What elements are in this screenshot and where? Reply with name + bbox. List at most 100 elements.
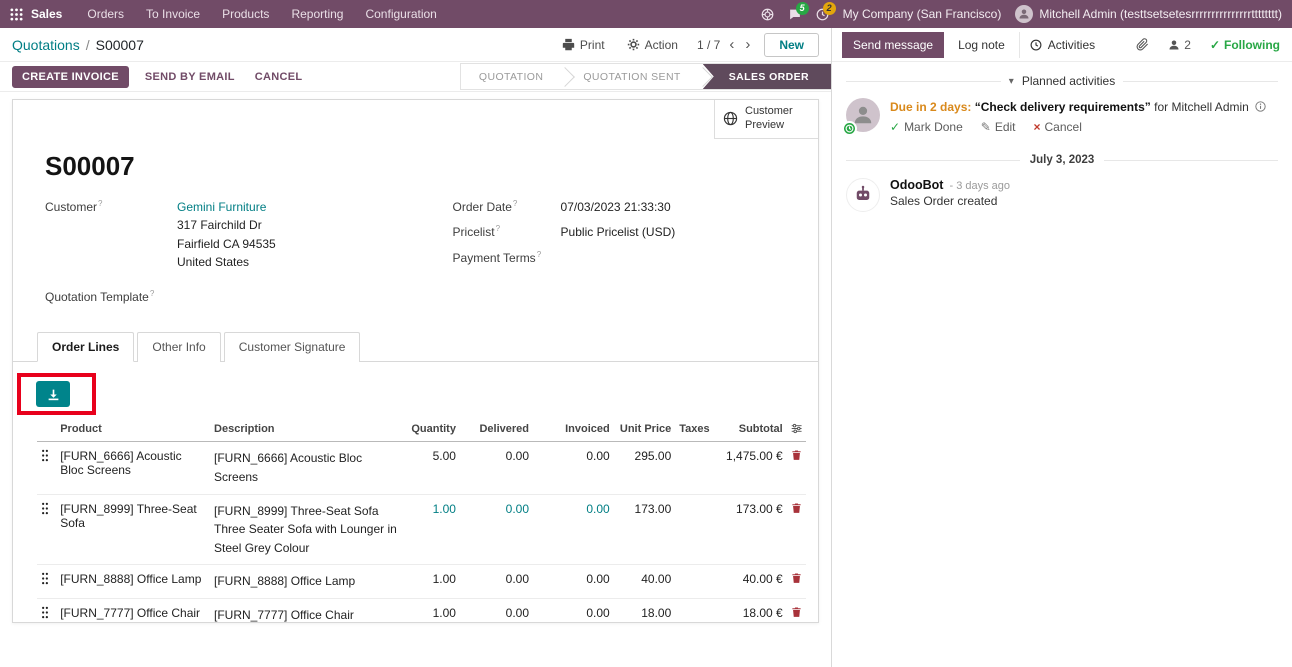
send-message-button[interactable]: Send message (842, 32, 944, 58)
cancel-button[interactable]: CANCEL (251, 66, 307, 88)
odoo-window: Sales Orders To Invoice Products Reporti… (0, 0, 1292, 667)
order-line-description[interactable]: [FURN_8999] Three-Seat SofaThree Seater … (210, 494, 402, 565)
drag-handle-icon[interactable] (41, 449, 49, 462)
order-line-description[interactable]: [FURN_8888] Office Lamp (210, 565, 402, 599)
order-line-product[interactable]: [FURN_7777] Office Chair (56, 599, 210, 623)
pager-previous-button[interactable]: ‹ (727, 37, 736, 52)
order-line-taxes[interactable] (675, 565, 717, 599)
attachments-button[interactable] (1134, 36, 1151, 53)
order-line-quantity[interactable]: 5.00 (402, 442, 460, 494)
order-line-delivered[interactable]: 0.00 (460, 565, 533, 599)
print-button[interactable]: Print (555, 34, 612, 56)
order-date-field[interactable]: 07/03/2023 21:33:30 (561, 198, 671, 217)
order-line-taxes[interactable] (675, 494, 717, 565)
customer-link[interactable]: Gemini Furniture (177, 200, 266, 214)
order-line-delivered[interactable]: 0.00 (460, 442, 533, 494)
drag-handle-icon[interactable] (41, 606, 49, 619)
menu-to-invoice[interactable]: To Invoice (135, 0, 211, 28)
column-delivered[interactable]: Delivered (460, 418, 533, 442)
order-line-row[interactable]: [FURN_6666] Acoustic Bloc Screens [FURN_… (37, 442, 806, 494)
order-line-product[interactable]: [FURN_6666] Acoustic Bloc Screens (56, 442, 210, 494)
breadcrumb-current: S00007 (96, 37, 144, 53)
column-subtotal[interactable]: Subtotal (718, 418, 787, 442)
send-by-email-button[interactable]: SEND BY EMAIL (141, 66, 239, 88)
app-name[interactable]: Sales (31, 7, 62, 21)
customer-preview-button[interactable]: Customer Preview (714, 100, 818, 139)
order-line-quantity[interactable]: 1.00 (402, 565, 460, 599)
user-menu[interactable]: Mitchell Admin (testtsetsetesrrrrrrrrrrr… (1015, 5, 1282, 23)
column-invoiced[interactable]: Invoiced (533, 418, 614, 442)
globe-icon (723, 111, 738, 126)
menu-configuration[interactable]: Configuration (354, 0, 447, 28)
menu-products[interactable]: Products (211, 0, 280, 28)
support-icon[interactable] (761, 8, 774, 21)
order-line-description[interactable]: [FURN_7777] Office Chair (210, 599, 402, 623)
messages-icon[interactable]: 5 (788, 8, 802, 21)
action-button[interactable]: Action (620, 34, 685, 56)
edit-activity-button[interactable]: ✎ Edit (981, 120, 1016, 134)
order-line-invoiced[interactable]: 0.00 (533, 565, 614, 599)
step-quotation[interactable]: QUOTATION (461, 64, 565, 89)
download-button[interactable] (36, 381, 70, 407)
order-line-unit-price[interactable]: 295.00 (614, 442, 676, 494)
followers-button[interactable]: 2 (1166, 36, 1193, 54)
activity-assignee: for Mitchell Admin (1154, 100, 1249, 114)
order-line-row[interactable]: [FURN_8999] Three-Seat Sofa [FURN_8999] … (37, 494, 806, 565)
print-label: Print (580, 38, 605, 52)
column-quantity[interactable]: Quantity (402, 418, 460, 442)
order-line-row[interactable]: [FURN_7777] Office Chair [FURN_7777] Off… (37, 599, 806, 623)
order-line-product[interactable]: [FURN_8999] Three-Seat Sofa (56, 494, 210, 565)
create-invoice-button[interactable]: CREATE INVOICE (12, 66, 129, 88)
planned-activities-header[interactable]: ▾ Planned activities (846, 74, 1278, 88)
column-taxes[interactable]: Taxes (675, 418, 717, 442)
order-line-unit-price[interactable]: 40.00 (614, 565, 676, 599)
order-line-unit-price[interactable]: 173.00 (614, 494, 676, 565)
order-line-quantity[interactable]: 1.00 (402, 599, 460, 623)
column-description[interactable]: Description (210, 418, 402, 442)
date-divider-label: July 3, 2023 (1030, 154, 1095, 166)
menu-reporting[interactable]: Reporting (280, 0, 354, 28)
message-author[interactable]: OdooBot (890, 178, 943, 192)
order-line-unit-price[interactable]: 18.00 (614, 599, 676, 623)
table-header-row: Product Description Quantity Delivered I… (37, 418, 806, 442)
schedule-activity-button[interactable]: Activities (1019, 32, 1105, 58)
pager-next-button[interactable]: › (743, 37, 752, 52)
tab-customer-signature[interactable]: Customer Signature (224, 332, 361, 362)
optional-columns-icon[interactable] (791, 422, 802, 435)
order-line-quantity[interactable]: 1.00 (402, 494, 460, 565)
order-line-taxes[interactable] (675, 599, 717, 623)
mark-done-button[interactable]: ✓ Mark Done (890, 120, 963, 134)
cancel-activity-button[interactable]: × Cancel (1034, 120, 1082, 134)
order-line-invoiced[interactable]: 0.00 (533, 494, 614, 565)
order-line-delivered[interactable]: 0.00 (460, 599, 533, 623)
following-button[interactable]: ✓ Following (1208, 36, 1282, 54)
column-product[interactable]: Product (56, 418, 210, 442)
order-line-invoiced[interactable]: 0.00 (533, 599, 614, 623)
tab-order-lines[interactable]: Order Lines (37, 332, 134, 362)
drag-handle-icon[interactable] (41, 572, 49, 585)
drag-handle-icon[interactable] (41, 502, 49, 515)
address-line: Fairfield CA 94535 (177, 235, 276, 254)
company-switcher[interactable]: My Company (San Francisco) (843, 7, 1002, 21)
order-line-taxes[interactable] (675, 442, 717, 494)
breadcrumb-quotations[interactable]: Quotations (12, 37, 80, 53)
order-line-row[interactable]: [FURN_8888] Office Lamp [FURN_8888] Offi… (37, 565, 806, 599)
log-note-button[interactable]: Log note (948, 32, 1015, 58)
apps-grid-icon[interactable] (10, 8, 23, 21)
delete-line-icon[interactable] (791, 502, 802, 514)
order-line-description[interactable]: [FURN_6666] Acoustic Bloc Screens (210, 442, 402, 494)
step-quotation-sent[interactable]: QUOTATION SENT (565, 64, 702, 89)
new-button[interactable]: New (764, 33, 819, 57)
delete-line-icon[interactable] (791, 572, 802, 584)
column-unit-price[interactable]: Unit Price (614, 418, 676, 442)
activities-icon[interactable]: 2 (816, 8, 829, 21)
delete-line-icon[interactable] (791, 606, 802, 618)
chatter-topbar: Send message Log note Activities 2 (832, 28, 1292, 62)
order-line-product[interactable]: [FURN_8888] Office Lamp (56, 565, 210, 599)
delete-line-icon[interactable] (791, 449, 802, 461)
order-line-invoiced[interactable]: 0.00 (533, 442, 614, 494)
menu-orders[interactable]: Orders (76, 0, 135, 28)
order-line-delivered[interactable]: 0.00 (460, 494, 533, 565)
pricelist-field[interactable]: Public Pricelist (USD) (561, 223, 676, 242)
tab-other-info[interactable]: Other Info (137, 332, 220, 362)
